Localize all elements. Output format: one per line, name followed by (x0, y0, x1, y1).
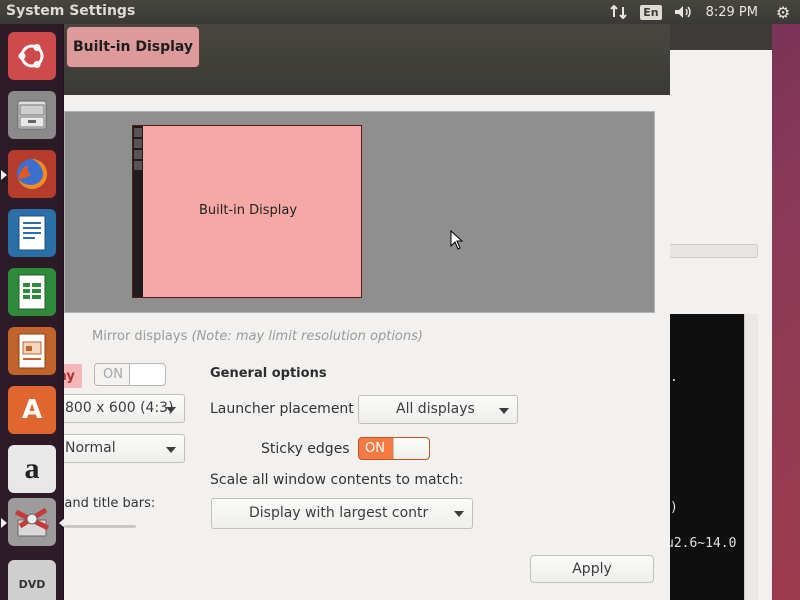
launcher-system-settings[interactable] (1, 496, 65, 548)
sticky-edges-toggle[interactable]: ON (358, 437, 430, 460)
resolution-dropdown[interactable]: 800 x 600 (4:3) (64, 394, 185, 423)
resolution-value: 800 x 600 (4:3) (65, 400, 174, 416)
app-title: System Settings (6, 3, 136, 19)
launcher-amazon[interactable]: a (6, 443, 58, 495)
sticky-edges-label: Sticky edges (261, 441, 350, 457)
apply-button[interactable]: Apply (530, 555, 654, 583)
keyboard-layout-label: En (640, 4, 662, 20)
launcher-dvd[interactable]: DVD (6, 558, 58, 600)
launcher-ubuntu-dash[interactable] (6, 30, 58, 82)
launcher-placement-dropdown[interactable]: All displays (358, 395, 518, 424)
launcher-placement-value: All displays (396, 401, 475, 417)
displays-settings-window: Built-in Display Built-in Display Mirror… (64, 24, 670, 600)
toggle-knob (393, 438, 429, 459)
built-in-display-tab[interactable]: Built-in Display (66, 26, 200, 68)
scale-slider[interactable] (64, 525, 136, 528)
network-icon[interactable] (606, 0, 632, 24)
scale-contents-label: Scale all window contents to match: (210, 472, 464, 488)
toggle-state: ON (103, 367, 123, 382)
launcher-firefox[interactable] (1, 148, 58, 200)
scale-contents-value: Display with largest contr (249, 505, 429, 521)
keyboard-layout-indicator[interactable]: En (640, 0, 662, 24)
chevron-down-icon (499, 408, 509, 414)
launcher-impress[interactable] (6, 325, 58, 377)
scale-contents-dropdown[interactable]: Display with largest contr (211, 498, 473, 529)
window-header: Built-in Display (64, 24, 670, 95)
background-progress-bar (668, 244, 758, 258)
dvd-icon: DVD (8, 560, 56, 600)
file-cabinet-icon (8, 91, 56, 139)
display-on-toggle[interactable]: ON (94, 363, 166, 386)
impress-icon (8, 327, 56, 375)
chevron-down-icon (166, 407, 176, 413)
top-panel: System Settings En 8:29 PM ⚙ (0, 0, 800, 24)
rotation-dropdown[interactable]: Normal (64, 434, 185, 463)
launcher-software[interactable]: A (6, 384, 58, 436)
background-window-header (668, 24, 772, 50)
background-terminal[interactable]: . ) u2.6~14.0 (666, 314, 744, 600)
monitor-launcher-strip (133, 126, 143, 297)
indicator-area: En 8:29 PM ⚙ (606, 0, 800, 24)
software-center-icon: A (8, 386, 56, 434)
gear-icon[interactable]: ⚙ (772, 0, 794, 24)
amazon-icon: a (8, 445, 56, 493)
menu-title-bar-scale-label: u and title bars: (64, 496, 156, 511)
ubuntu-logo-icon (8, 32, 56, 80)
running-indicator (1, 518, 7, 528)
writer-icon (8, 209, 56, 257)
volume-icon[interactable] (670, 0, 696, 24)
chevron-down-icon (166, 447, 176, 453)
running-indicator (1, 170, 7, 180)
toggle-state: ON (365, 441, 385, 456)
mirror-displays-label: Mirror displays (92, 329, 188, 344)
mirror-displays-option[interactable]: Mirror displays (Note: may limit resolut… (92, 329, 423, 344)
rotation-value: Normal (65, 440, 116, 456)
toggle-knob (129, 364, 165, 385)
display-toggle-label: ay (64, 364, 82, 388)
launcher: A a DVD (0, 24, 65, 600)
chevron-down-icon (454, 511, 464, 517)
launcher-files[interactable] (6, 89, 58, 141)
calc-icon (8, 268, 56, 316)
terminal-scrollbar[interactable] (744, 314, 758, 600)
monitor-preview[interactable]: Built-in Display (132, 125, 362, 298)
terminal-line: ) (670, 500, 678, 515)
launcher-writer[interactable] (6, 207, 58, 259)
launcher-calc[interactable] (6, 266, 58, 318)
mouse-cursor-icon (450, 230, 464, 250)
terminal-line: u2.6~14.0 (666, 536, 737, 551)
launcher-placement-label: Launcher placement (210, 401, 354, 417)
settings-icon (8, 498, 56, 546)
terminal-line: . (670, 370, 678, 385)
firefox-icon (8, 150, 56, 198)
clock[interactable]: 8:29 PM (706, 0, 758, 24)
mirror-note: (Note: may limit resolution options) (191, 329, 423, 344)
monitor-label: Built-in Display (198, 203, 298, 218)
general-options-heading: General options (210, 366, 327, 381)
